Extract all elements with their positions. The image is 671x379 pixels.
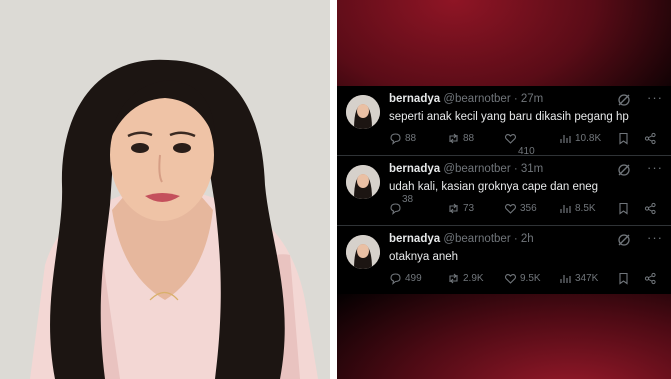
repost-button[interactable]: 2.9K bbox=[447, 272, 484, 285]
like-icon bbox=[504, 204, 517, 214]
views-button[interactable]: 8.5K bbox=[559, 202, 596, 215]
views-icon bbox=[560, 205, 571, 213]
tweet-actions: 88 88 410 10.8K bbox=[389, 132, 665, 157]
reply-icon bbox=[390, 133, 401, 145]
author-name[interactable]: bernadya bbox=[389, 93, 440, 105]
repost-icon bbox=[449, 273, 458, 284]
tweet-item[interactable]: bernadya @bearnotber · 2h ··· otaknya an… bbox=[337, 226, 671, 296]
views-count: 347K bbox=[575, 273, 599, 284]
author-name[interactable]: bernadya bbox=[389, 233, 440, 245]
bookmark-button[interactable] bbox=[617, 202, 630, 215]
like-icon bbox=[504, 274, 517, 284]
author-handle[interactable]: @bearnotber bbox=[443, 233, 510, 245]
repost-count: 2.9K bbox=[463, 273, 484, 284]
repost-count: 88 bbox=[463, 133, 475, 144]
grok-icon[interactable] bbox=[617, 93, 631, 107]
grok-icon[interactable] bbox=[617, 163, 631, 177]
tweet-header: bernadya @bearnotber · 2h bbox=[389, 233, 534, 245]
avatar[interactable] bbox=[346, 95, 380, 129]
tweet-text: udah kali, kasian groknya cape dan eneg bbox=[389, 181, 599, 193]
like-count: 356 bbox=[520, 203, 537, 214]
views-button[interactable]: 10.8K bbox=[559, 132, 601, 145]
reply-icon bbox=[390, 203, 401, 215]
views-count: 10.8K bbox=[575, 133, 602, 144]
tweet-list: bernadya @bearnotber · 27m ··· seperti a… bbox=[337, 86, 671, 294]
tweet-header: bernadya @bearnotber · 31m bbox=[389, 163, 543, 175]
views-icon bbox=[560, 135, 571, 143]
repost-icon bbox=[449, 133, 458, 144]
tweet-text: seperti anak kecil yang baru dikasih peg… bbox=[389, 111, 629, 123]
bookmark-icon bbox=[619, 272, 628, 285]
views-button[interactable]: 347K bbox=[559, 272, 598, 285]
share-icon bbox=[644, 202, 656, 215]
reply-button[interactable] bbox=[389, 202, 402, 215]
share-button[interactable] bbox=[644, 202, 657, 215]
reply-button[interactable]: 499 bbox=[389, 272, 422, 285]
views-count: 8.5K bbox=[575, 203, 596, 214]
bookmark-icon bbox=[619, 132, 628, 145]
tweet-time[interactable]: · 27m bbox=[514, 93, 543, 105]
reply-icon bbox=[390, 273, 401, 285]
tweet-time[interactable]: · 31m bbox=[514, 163, 543, 175]
share-button[interactable] bbox=[644, 272, 657, 285]
author-handle[interactable]: @bearnotber bbox=[443, 163, 510, 175]
author-handle[interactable]: @bearnotber bbox=[443, 93, 510, 105]
share-icon bbox=[644, 132, 656, 145]
woman-portrait-image bbox=[0, 0, 330, 379]
avatar[interactable] bbox=[346, 235, 380, 269]
repost-icon bbox=[449, 203, 458, 214]
grok-icon[interactable] bbox=[617, 233, 631, 247]
views-icon bbox=[560, 275, 571, 283]
repost-button[interactable]: 88 bbox=[447, 132, 474, 145]
like-button[interactable] bbox=[504, 132, 517, 145]
avatar[interactable] bbox=[346, 165, 380, 199]
tweet-header: bernadya @bearnotber · 27m bbox=[389, 93, 543, 105]
tweet-text: otaknya aneh bbox=[389, 251, 459, 263]
profile-photo bbox=[0, 0, 330, 379]
reply-count: 38 bbox=[402, 194, 414, 205]
more-icon[interactable]: ··· bbox=[647, 90, 663, 105]
like-button[interactable]: 9.5K bbox=[504, 272, 541, 285]
tweet-actions: 38 73 356 8.5K bbox=[389, 194, 665, 218]
tweet-item[interactable]: bernadya @bearnotber · 31m ··· udah kali… bbox=[337, 156, 671, 226]
like-count: 9.5K bbox=[520, 273, 541, 284]
bookmark-button[interactable] bbox=[617, 132, 630, 145]
more-icon[interactable]: ··· bbox=[647, 160, 663, 175]
author-name[interactable]: bernadya bbox=[389, 163, 440, 175]
reply-button[interactable]: 88 bbox=[389, 132, 416, 145]
more-icon[interactable]: ··· bbox=[647, 230, 663, 245]
reply-count: 88 bbox=[405, 133, 417, 144]
bookmark-button[interactable] bbox=[617, 272, 630, 285]
repost-button[interactable]: 73 bbox=[447, 202, 474, 215]
tweets-panel: bernadya @bearnotber · 27m ··· seperti a… bbox=[337, 0, 671, 379]
share-button[interactable] bbox=[644, 132, 657, 145]
repost-count: 73 bbox=[463, 203, 475, 214]
like-icon bbox=[504, 134, 517, 144]
bookmark-icon bbox=[619, 202, 628, 215]
like-button[interactable]: 356 bbox=[504, 202, 537, 215]
tweet-item[interactable]: bernadya @bearnotber · 27m ··· seperti a… bbox=[337, 86, 671, 157]
tweet-time[interactable]: · 2h bbox=[514, 233, 534, 245]
reply-count: 499 bbox=[405, 273, 422, 284]
tweet-actions: 499 2.9K 9.5K 347K bbox=[389, 272, 665, 288]
share-icon bbox=[644, 272, 656, 285]
